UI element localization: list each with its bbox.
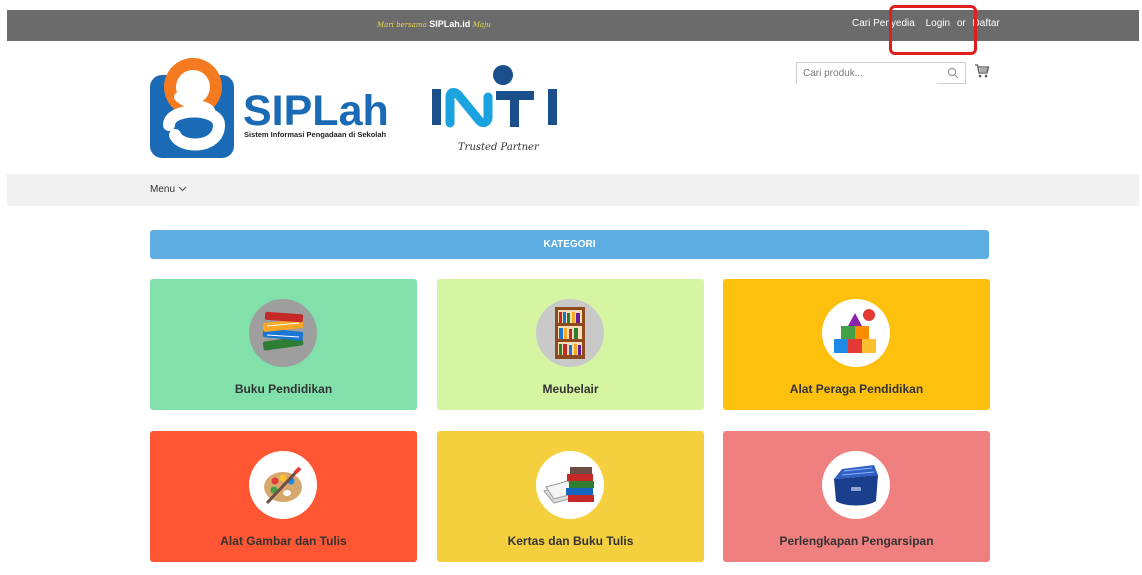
paint-palette-icon bbox=[249, 451, 317, 519]
menu-bar: Menu bbox=[7, 174, 1139, 206]
menu-label: Menu bbox=[150, 184, 176, 195]
kategori-header: KATEGORI bbox=[150, 230, 989, 259]
login-link[interactable]: Login bbox=[926, 18, 950, 29]
siplah-logo-text: SIPLah bbox=[243, 87, 389, 135]
search-icon[interactable] bbox=[947, 67, 959, 79]
bookshelf-icon bbox=[536, 299, 604, 367]
category-tile-buku-pendidikan[interactable]: Buku Pendidikan bbox=[150, 279, 417, 410]
file-folder-icon bbox=[822, 451, 890, 519]
top-links: Cari Penyedia Login or Daftar bbox=[852, 18, 1000, 29]
category-tile-perlengkapan-pengarsipan[interactable]: Perlengkapan Pengarsipan bbox=[723, 431, 990, 562]
paper-books-icon bbox=[536, 451, 604, 519]
category-label: Meubelair bbox=[542, 382, 599, 396]
category-label: Kertas dan Buku Tulis bbox=[507, 534, 634, 548]
category-label: Alat Peraga Pendidikan bbox=[789, 382, 924, 396]
toy-blocks-icon bbox=[822, 299, 890, 367]
category-label: Alat Gambar dan Tulis bbox=[220, 534, 347, 548]
category-tile-meubelair[interactable]: Meubelair bbox=[437, 279, 704, 410]
books-icon bbox=[249, 299, 317, 367]
siplah-logo-subtitle: Sistem Informasi Pengadaan di Sekolah bbox=[244, 130, 387, 139]
top-bar: Mari bersama SIPLah.id Maju Cari Penyedi… bbox=[7, 10, 1139, 41]
cart-icon[interactable] bbox=[974, 63, 990, 79]
category-tile-alat-peraga-pendidikan[interactable]: Alat Peraga Pendidikan bbox=[723, 279, 990, 410]
siplah-logo[interactable]: SIPLah Sistem Informasi Pengadaan di Sek… bbox=[149, 57, 419, 160]
menu-dropdown[interactable]: Menu bbox=[150, 184, 187, 195]
category-tile-kertas-dan-buku-tulis[interactable]: Kertas dan Buku Tulis bbox=[437, 431, 704, 562]
daftar-link[interactable]: Daftar bbox=[973, 18, 1000, 29]
tagline-brand: SIPLah.id bbox=[429, 19, 471, 29]
category-label: Buku Pendidikan bbox=[234, 382, 333, 396]
or-text: or bbox=[956, 18, 966, 29]
inti-logo: Trusted Partner bbox=[428, 63, 578, 155]
search-input[interactable] bbox=[797, 63, 937, 84]
category-tile-alat-gambar-dan-tulis[interactable]: Alat Gambar dan Tulis bbox=[150, 431, 417, 562]
category-label: Perlengkapan Pengarsipan bbox=[779, 534, 934, 548]
tagline: Mari bersama SIPLah.id Maju bbox=[377, 19, 491, 29]
page: Mari bersama SIPLah.id Maju Cari Penyedi… bbox=[0, 0, 1142, 575]
tagline-prefix: Mari bersama bbox=[377, 21, 427, 29]
cari-penyedia-link[interactable]: Cari Penyedia bbox=[852, 18, 915, 29]
tagline-suffix: Maju bbox=[472, 21, 491, 29]
chevron-down-icon bbox=[178, 187, 187, 192]
search-box bbox=[796, 62, 966, 84]
inti-logo-tagline: Trusted Partner bbox=[458, 142, 540, 153]
